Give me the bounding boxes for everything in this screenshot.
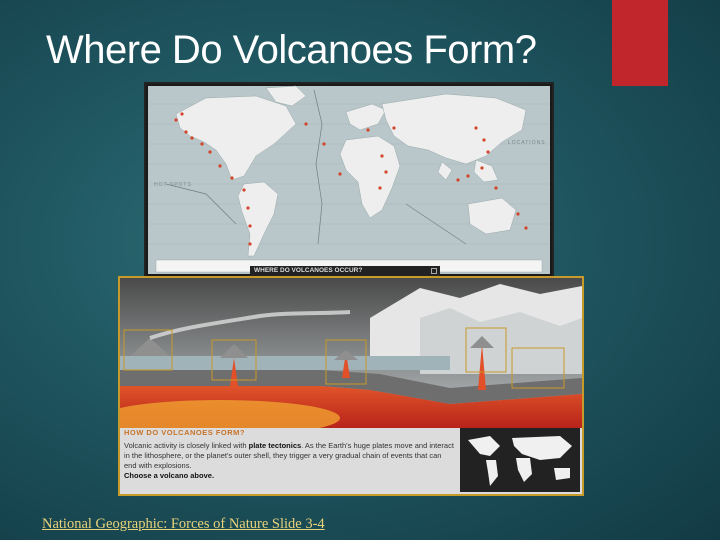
map-caption-text: WHERE DO VOLCANOES OCCUR? [254,267,363,274]
choose-volcano-prompt: Choose a volcano above. [124,471,215,480]
mini-world-map[interactable] [460,428,580,492]
world-volcano-map[interactable]: HOT SPOTS LOCATIONS WHERE DO VOLCANOES O… [144,82,554,278]
world-map-graphic [148,85,550,274]
body-text-pre: Volcanic activity is closely linked with [124,441,249,450]
plate-tectonics-link[interactable]: plate tectonics [249,441,302,450]
red-accent-tab [612,0,668,86]
source-link[interactable]: National Geographic: Forces of Nature Sl… [42,516,325,533]
map-label-hot-spots: HOT SPOTS [154,182,192,188]
diagram-info-panel: HOW DO VOLCANOES FORM? Volcanic activity… [124,428,454,492]
diagram-body: Volcanic activity is closely linked with… [124,441,454,481]
diagram-heading: HOW DO VOLCANOES FORM? [124,428,245,437]
plate-cross-section-graphic [120,278,582,428]
map-label-locations: LOCATIONS [508,140,546,146]
slide-title: Where Do Volcanoes Form? [46,28,537,72]
expand-icon[interactable] [431,268,437,274]
mini-map-graphic [468,436,572,486]
map-caption-bar[interactable]: WHERE DO VOLCANOES OCCUR? [250,266,440,276]
volcano-formation-diagram[interactable]: HOW DO VOLCANOES FORM? Volcanic activity… [118,276,584,496]
